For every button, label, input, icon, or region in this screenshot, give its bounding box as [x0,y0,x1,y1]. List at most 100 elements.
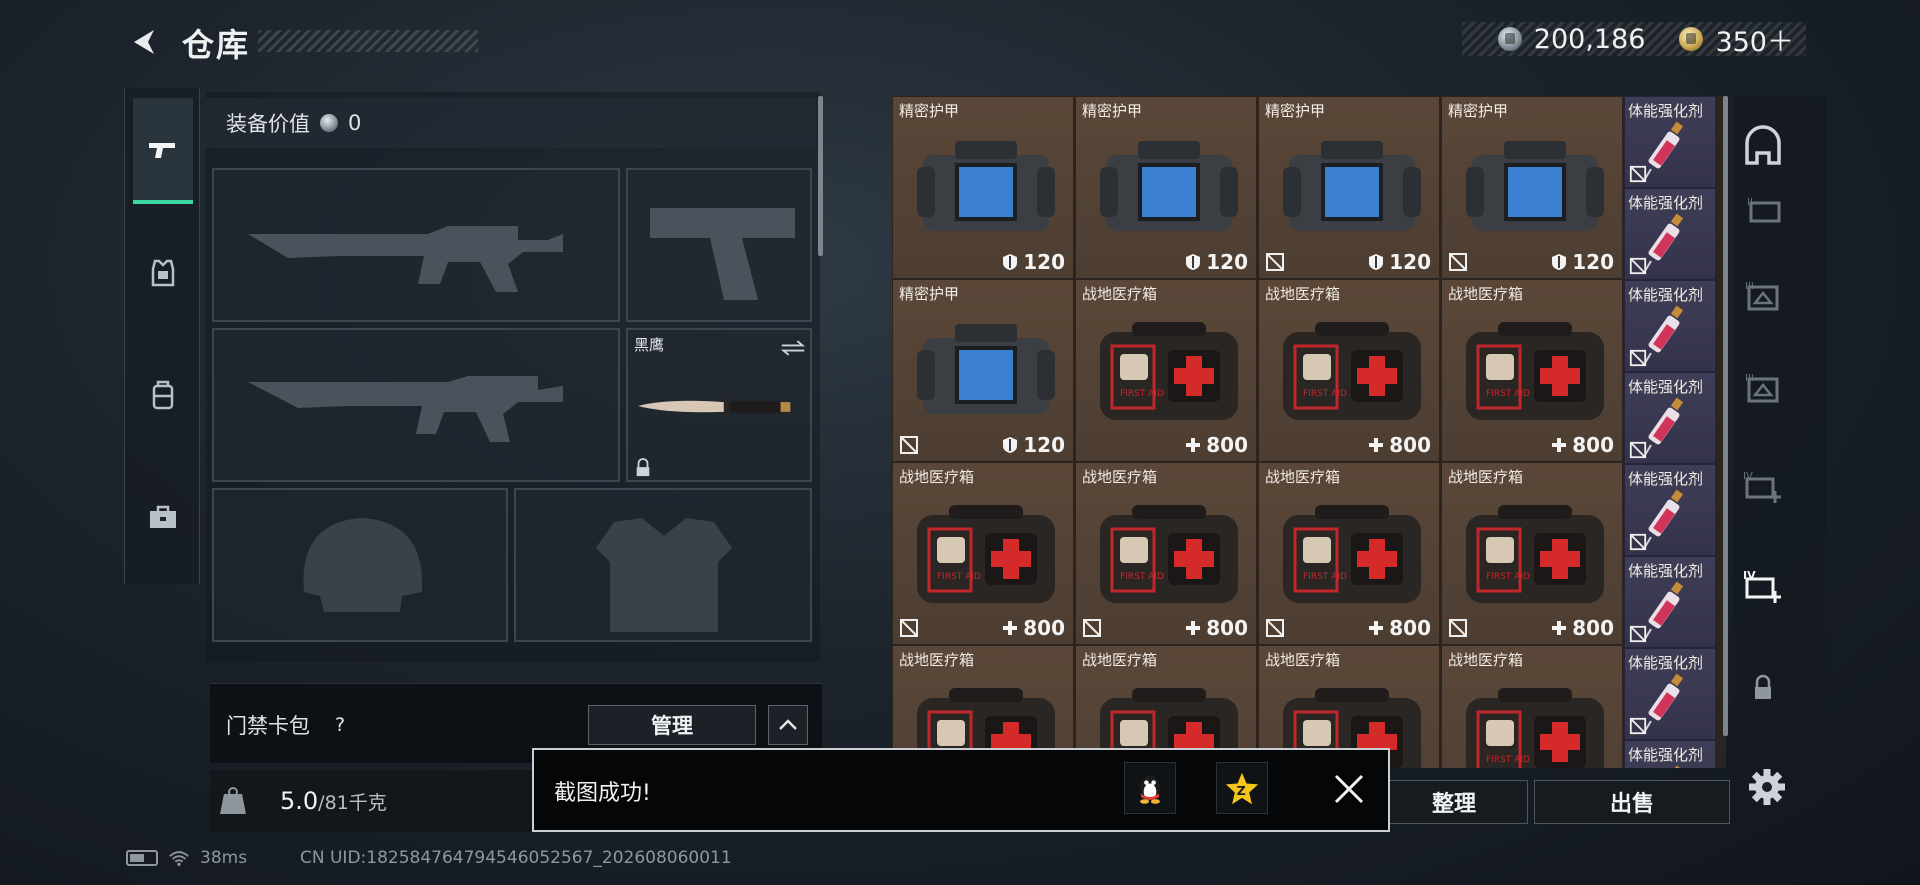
stash-item-cell[interactable]: 战地医疗箱 FIRST AID 800 [1258,462,1440,645]
stash-item-cell[interactable]: 战地医疗箱 FIRST AID 800 [1075,462,1257,645]
no-trade-icon [1266,253,1284,271]
heal-plus-icon [1186,621,1201,635]
medkit-icon: FIRST AID [917,505,1055,603]
item-name: 精密护甲 [1265,102,1326,120]
stash-item-cell[interactable]: 战地医疗箱 FIRST AID 800 [1075,279,1257,462]
silver-currency-amount: 200,186 [1533,23,1646,55]
item-name: 战地医疗箱 [1265,468,1341,486]
item-name: 战地医疗箱 [1265,651,1341,669]
tab-armor[interactable] [133,220,193,326]
close-icon[interactable] [1326,766,1372,812]
back-button[interactable] [126,22,162,62]
rifle-silhouette-icon [248,376,563,442]
wifi-icon [169,851,189,867]
page-tab-4b-active[interactable]: IV [1740,562,1786,612]
armor-case-icon [917,141,1055,231]
body-armor-slot[interactable] [514,488,812,642]
stim-syringe-icon [1644,305,1684,364]
loadout-scrollbar[interactable] [818,96,823,256]
item-name: 战地医疗箱 [899,651,975,669]
medkit-label: FIRST AID [937,572,981,582]
stash-item-cell-small[interactable]: 体能强化剂 [1624,740,1716,768]
stash-item-cell[interactable]: 精密护甲 120 [1441,96,1623,279]
stash-scrollbar[interactable] [1723,96,1728,736]
medkit-icon: FIRST AID [1283,322,1421,420]
settings-gear-icon[interactable] [1744,764,1790,810]
stim-syringe-icon [1644,213,1684,272]
sort-button[interactable]: 整理 [1380,780,1528,824]
page-tab-locked[interactable] [1740,662,1786,712]
stash-item-cell[interactable]: 战地医疗箱 FIRST AID 800 [892,462,1074,645]
backpack-icon [152,380,174,410]
item-stat: 800 [1368,433,1431,457]
stash-item-cell[interactable]: 战地医疗箱 FIRST AID 800 [1441,462,1623,645]
expand-button[interactable] [768,705,808,745]
vest-silhouette-icon [596,518,732,632]
gold-currency-amount[interactable]: 350＋ [1715,20,1794,59]
armor-case-icon [917,324,1055,414]
stash-item-cell-small[interactable]: 体能强化剂 [1624,556,1716,648]
gold-coin-icon [1679,27,1704,51]
item-stat: 800 [1185,616,1248,640]
heal-plus-icon [1369,621,1384,635]
currency-bar: 200,186 350＋ [1462,20,1806,59]
page-tab-2[interactable]: II [1740,186,1786,236]
help-icon[interactable]: ? [326,711,354,739]
medkit-label: FIRST AID [1120,389,1164,399]
primary-weapon-slot[interactable] [212,168,620,322]
armor-case-icon [1100,141,1238,231]
stash-item-cell-small[interactable]: 体能强化剂 [1624,280,1716,372]
page-tab-3a[interactable]: III [1740,272,1786,322]
no-trade-icon [1629,165,1647,183]
item-stat: 800 [1368,616,1431,640]
sidearm-slot[interactable] [626,168,812,322]
stash-item-cell[interactable]: 精密护甲 120 [1075,96,1257,279]
qzone-star-icon: Z [1225,772,1259,805]
melee-slot[interactable]: 黑鹰 [626,328,812,482]
stash-item-cell[interactable]: 战地医疗箱 FIRST AID [1441,645,1623,768]
tab-backpack[interactable] [133,342,193,448]
stash-item-cell-small[interactable]: 体能强化剂 [1624,648,1716,740]
item-stat: 120 [1002,250,1065,274]
battery-icon [126,850,158,866]
category-tab-bar [124,88,200,584]
page-tab-home[interactable] [1740,122,1786,172]
swap-icon[interactable] [780,338,806,358]
stash-item-cell[interactable]: 精密护甲 120 [892,279,1074,462]
stim-syringe-icon [1670,765,1684,768]
item-stat-value: 120 [1023,433,1065,457]
toast-message: 截图成功! [554,781,651,806]
item-name: 战地医疗箱 [1082,651,1158,669]
manage-button[interactable]: 管理 [588,705,756,745]
share-qq-button[interactable] [1124,762,1176,814]
page-tab-3b[interactable]: III [1740,364,1786,414]
item-stat-value: 120 [1206,250,1248,274]
no-trade-icon [1083,619,1101,637]
helmet-slot[interactable] [212,488,508,642]
stash-item-cell-small[interactable]: 体能强化剂 [1624,188,1716,280]
lock-icon [1755,674,1771,699]
stash-item-cell[interactable]: 精密护甲 120 [1258,96,1440,279]
stash-item-cell[interactable]: 战地医疗箱 FIRST AID 800 [1258,279,1440,462]
stash-item-cell-small[interactable]: 体能强化剂 [1624,372,1716,464]
stash-item-cell-small[interactable]: 体能强化剂 [1624,464,1716,556]
medkit-label: FIRST AID [1120,572,1164,582]
page-tab-4a[interactable]: IV [1740,462,1786,512]
tab-toolbox[interactable] [133,464,193,570]
lock-icon [636,458,650,477]
equipment-value-label: 装备价值 [226,112,310,136]
stash-item-cell[interactable]: 战地医疗箱 FIRST AID 800 [1441,279,1623,462]
item-name: 战地医疗箱 [1448,285,1524,303]
tab-weapons[interactable] [133,98,193,204]
pistol-silhouette-icon [650,208,795,300]
item-name: 体能强化剂 [1628,286,1704,304]
sell-button[interactable]: 出售 [1534,780,1730,824]
secondary-weapon-slot[interactable] [212,328,620,482]
stash-item-cell[interactable]: 精密护甲 120 [892,96,1074,279]
silver-coin-icon [320,114,338,132]
item-stat: 800 [1551,433,1614,457]
stash-item-cell-small[interactable]: 体能强化剂 [1624,96,1716,188]
svg-text:Z: Z [1237,783,1246,798]
share-qzone-button[interactable]: Z [1216,762,1268,814]
item-name: 体能强化剂 [1628,470,1704,488]
